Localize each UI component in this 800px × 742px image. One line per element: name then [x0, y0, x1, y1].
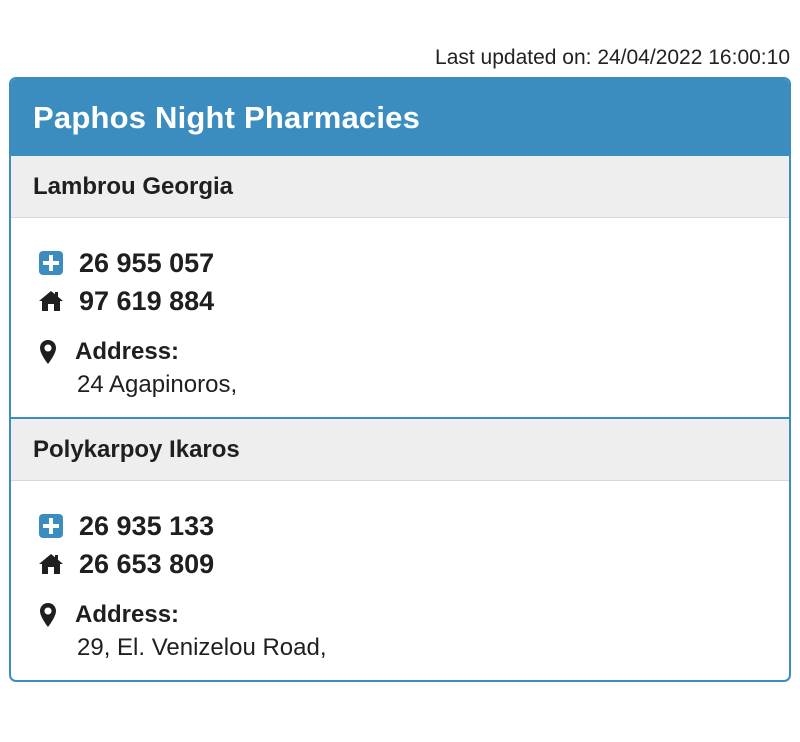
- home-phone-number[interactable]: 97 619 884: [79, 286, 214, 317]
- home-icon: [37, 550, 65, 578]
- home-phone[interactable]: 26 653 809: [37, 545, 767, 583]
- panel-title: Paphos Night Pharmacies: [11, 79, 789, 156]
- address-block: Address: 24 Agapinoros,: [37, 336, 767, 402]
- pharmacy-name: Polykarpoy Ikaros: [11, 419, 789, 481]
- address-label: Address:: [75, 338, 180, 365]
- pharmacy-name: Lambrou Georgia: [11, 156, 789, 218]
- home-phone-number[interactable]: 26 653 809: [79, 549, 214, 580]
- pharmacy-details: 26 935 133 26 653 809 Address: 29, El. V…: [11, 481, 789, 680]
- address-block: Address: 29, El. Venizelou Road,: [37, 599, 767, 665]
- address-label: Address:: [75, 601, 180, 628]
- pharmacy-details: 26 955 057 97 619 884 Address: 24 Agapin…: [11, 218, 789, 419]
- work-phone[interactable]: 26 935 133: [37, 507, 767, 545]
- work-phone-number[interactable]: 26 935 133: [79, 511, 214, 542]
- night-pharmacies-panel: Paphos Night Pharmacies Lambrou Georgia …: [9, 77, 791, 682]
- address-label-row: Address:: [37, 336, 767, 368]
- home-icon: [37, 287, 65, 315]
- home-phone[interactable]: 97 619 884: [37, 282, 767, 320]
- address-label-row: Address:: [37, 599, 767, 631]
- address-text: 29, El. Venizelou Road,: [77, 634, 327, 661]
- last-updated-text: Last updated on: 24/04/2022 16:00:10: [435, 46, 790, 69]
- work-phone-number[interactable]: 26 955 057: [79, 248, 214, 279]
- map-marker-icon: [37, 338, 59, 366]
- plus-square-icon: [37, 512, 65, 540]
- plus-square-icon: [37, 249, 65, 277]
- address-text: 24 Agapinoros,: [77, 371, 238, 398]
- work-phone[interactable]: 26 955 057: [37, 244, 767, 282]
- map-marker-icon: [37, 601, 59, 629]
